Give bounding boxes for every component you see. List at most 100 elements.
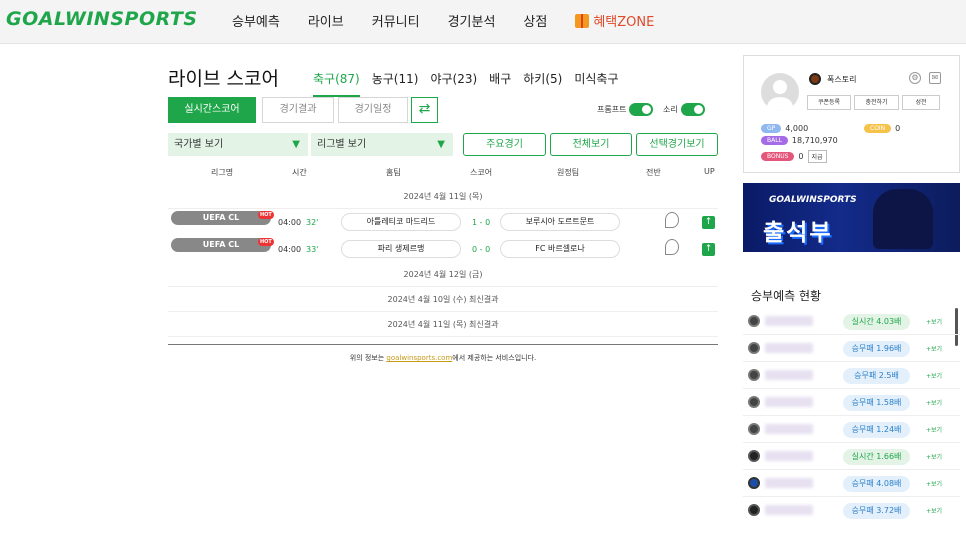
more-link[interactable]: +보기 [926, 479, 942, 488]
gp-value: 4,000 [785, 124, 809, 133]
up-arrow-icon[interactable]: ↑ [702, 216, 715, 229]
gift-icon [575, 14, 590, 28]
bonus-claim-button[interactable]: 지급 [807, 150, 827, 163]
prediction-row[interactable]: 승무패 4.08배 +보기 [743, 470, 960, 497]
attendance-button[interactable]: 성전 [902, 95, 940, 110]
nav-analysis[interactable]: 경기분석 [448, 11, 496, 30]
up-arrow-icon[interactable]: ↑ [702, 243, 715, 256]
tab-baseball[interactable]: 야구(23) [430, 70, 477, 97]
chat-icon[interactable] [665, 212, 679, 228]
home-team[interactable]: 파리 생제르맹 [341, 240, 461, 258]
coin-pill: COIN [864, 124, 892, 133]
site-logo[interactable]: GOALWINSPORTS [6, 8, 198, 30]
more-link[interactable]: +보기 [926, 452, 942, 461]
more-link[interactable]: +보기 [926, 506, 942, 515]
tab-volleyball[interactable]: 배구 [489, 70, 511, 97]
prediction-row[interactable]: 승무패 1.96배 +보기 [743, 335, 960, 362]
page-title: 라이브 스코어 [168, 68, 279, 90]
prediction-title: 승부예측 현황 [751, 289, 822, 303]
more-link[interactable]: +보기 [926, 317, 942, 326]
mail-icon[interactable]: ✉ [929, 72, 941, 84]
prediction-row[interactable]: 승무패 3.72배 +보기 [743, 497, 960, 524]
sound-toggle[interactable]: 소리 [663, 103, 705, 116]
prediction-row[interactable]: 실시간 1.66배 +보기 [743, 443, 960, 470]
col-league: 리그명 [211, 168, 234, 177]
date-header[interactable]: 2024년 4월 12일 (금) [168, 263, 718, 287]
ball-pill: BALL [761, 136, 788, 145]
major-matches-button[interactable]: 주요경기 [463, 133, 546, 156]
tab-american-football[interactable]: 미식축구 [574, 70, 618, 97]
mode-button-row: 실시간스코어 경기결과 경기일정 ⇄ 프롬프트 소리 [168, 97, 718, 125]
more-link[interactable]: +보기 [926, 344, 942, 353]
prediction-badge: 실시간 4.03배 [843, 314, 910, 330]
footer-link[interactable]: goalwinsports.com [386, 354, 452, 362]
prediction-row[interactable]: 승무패 2.5배 +보기 [743, 362, 960, 389]
level-icon [748, 477, 760, 489]
username-label: 폭스토리 [827, 74, 857, 84]
ball-stat: BALL 18,710,970 [761, 136, 838, 145]
chat-icon[interactable] [665, 239, 679, 255]
table-header: 리그명 시간 홈팀 스코어 원정팀 전반 UP [168, 163, 718, 183]
view-all-button[interactable]: 전체보기 [550, 133, 632, 156]
prediction-row[interactable]: 실시간 4.03배 +보기 [743, 308, 960, 335]
avatar [761, 73, 799, 111]
away-team[interactable]: FC 바르셀로나 [500, 240, 620, 258]
charge-button[interactable]: 충전하기 [854, 95, 899, 110]
match-row[interactable]: UEFA CL HOT 04:00 32' 아틀레티코 마드리드 1 - 0 보… [168, 209, 718, 233]
results-button[interactable]: 경기결과 [262, 97, 334, 123]
match-minute: 33' [306, 245, 319, 254]
nav-live[interactable]: 라이브 [308, 11, 344, 30]
blurred-username [765, 316, 813, 326]
blurred-username [765, 370, 813, 380]
level-icon [748, 504, 760, 516]
match-time: 04:00 [278, 245, 302, 254]
more-link[interactable]: +보기 [926, 425, 942, 434]
attendance-banner[interactable]: GOALWINSPORTS 출석부 [743, 183, 960, 252]
level-icon [809, 73, 821, 85]
away-team[interactable]: 보루시아 도르트문트 [500, 213, 620, 231]
col-home: 홈팀 [386, 168, 401, 177]
gear-icon[interactable]: ⚙ [909, 72, 921, 84]
country-select[interactable]: 국가별 보기 ▼ [168, 133, 308, 156]
results-header[interactable]: 2024년 4월 11일 (목) 최신결과 [168, 313, 718, 337]
username: 폭스토리 [809, 73, 856, 85]
league-select[interactable]: 리그별 보기 ▼ [311, 133, 453, 156]
coupon-button[interactable]: 쿠폰등록 [807, 95, 851, 110]
blurred-username [765, 478, 813, 488]
footer-suffix: 에서 제공하는 서비스입니다. [452, 354, 537, 362]
nav-benefit-zone[interactable]: 혜택ZONE [575, 11, 654, 30]
live-score-button[interactable]: 실시간스코어 [168, 97, 256, 123]
nav-community[interactable]: 커뮤니티 [372, 11, 420, 30]
home-team[interactable]: 아틀레티코 마드리드 [341, 213, 461, 231]
tab-soccer[interactable]: 축구(87) [313, 70, 360, 97]
prediction-badge: 승무패 1.96배 [843, 341, 910, 357]
player-figure [873, 189, 933, 249]
nav-shop[interactable]: 상점 [523, 11, 547, 30]
prompt-switch[interactable] [629, 103, 654, 116]
sound-switch[interactable] [680, 103, 705, 116]
match-row[interactable]: UEFA CL HOT 04:00 33' 파리 생제르맹 0 - 0 FC 바… [168, 236, 718, 260]
tab-hockey[interactable]: 하키(5) [523, 70, 562, 97]
schedule-button[interactable]: 경기일정 [338, 97, 408, 123]
footer-note: 위의 정보는 goalwinsports.com에서 제공하는 서비스입니다. [168, 344, 718, 363]
league-badge: UEFA CL [171, 238, 271, 252]
bonus-pill: BONUS [761, 152, 795, 161]
selected-matches-button[interactable]: 선택경기보기 [636, 133, 718, 156]
refresh-icon[interactable]: ⇄ [411, 97, 438, 123]
league-select-label: 리그별 보기 [317, 139, 367, 150]
match-time: 04:00 [278, 218, 302, 227]
results-header[interactable]: 2024년 4월 10일 (수) 최신결과 [168, 288, 718, 312]
col-time: 시간 [292, 168, 307, 177]
prediction-row[interactable]: 승무패 1.58배 +보기 [743, 389, 960, 416]
prediction-row[interactable]: 승무패 1.24배 +보기 [743, 416, 960, 443]
more-link[interactable]: +보기 [926, 398, 942, 407]
filter-row: 국가별 보기 ▼ 리그별 보기 ▼ 주요경기 전체보기 선택경기보기 [168, 133, 718, 157]
bonus-value: 0 [798, 152, 804, 161]
nav-prediction[interactable]: 승부예측 [232, 11, 280, 30]
tab-basketball[interactable]: 농구(11) [372, 70, 419, 97]
level-icon [748, 315, 760, 327]
col-up: UP [704, 167, 715, 176]
prompt-toggle[interactable]: 프롬프트 [597, 103, 654, 116]
more-link[interactable]: +보기 [926, 371, 942, 380]
level-icon [748, 369, 760, 381]
